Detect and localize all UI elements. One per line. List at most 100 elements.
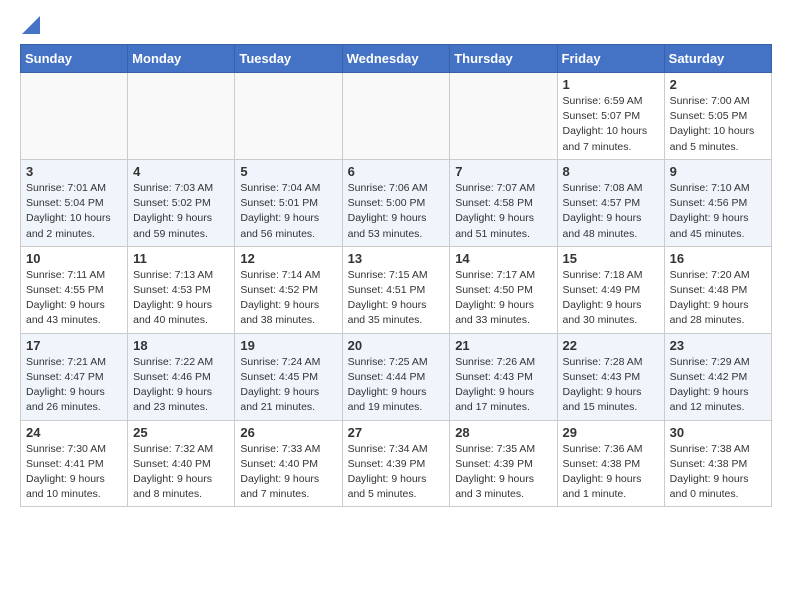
weekday-header-row: SundayMondayTuesdayWednesdayThursdayFrid… <box>21 45 772 73</box>
calendar-day-cell: 22 Sunrise: 7:28 AM Sunset: 4:43 PM Dayli… <box>557 333 664 420</box>
calendar-day-cell: 18 Sunrise: 7:22 AM Sunset: 4:46 PM Dayli… <box>128 333 235 420</box>
day-number: 22 <box>563 338 659 353</box>
header <box>20 16 772 34</box>
day-number: 1 <box>563 77 659 92</box>
logo <box>20 16 40 34</box>
calendar-table: SundayMondayTuesdayWednesdayThursdayFrid… <box>20 44 772 507</box>
day-number: 12 <box>240 251 336 266</box>
day-info: Sunrise: 7:34 AM Sunset: 4:39 PM Dayligh… <box>348 442 445 503</box>
day-number: 11 <box>133 251 229 266</box>
weekday-header-cell: Monday <box>128 45 235 73</box>
day-number: 21 <box>455 338 551 353</box>
calendar-day-cell: 9 Sunrise: 7:10 AM Sunset: 4:56 PM Daylig… <box>664 159 771 246</box>
calendar-day-cell: 16 Sunrise: 7:20 AM Sunset: 4:48 PM Dayli… <box>664 246 771 333</box>
day-info: Sunrise: 7:28 AM Sunset: 4:43 PM Dayligh… <box>563 355 659 416</box>
day-info: Sunrise: 7:04 AM Sunset: 5:01 PM Dayligh… <box>240 181 336 242</box>
calendar-day-cell: 1Sunrise: 6:59 AM Sunset: 5:07 PM Daylig… <box>557 73 664 160</box>
day-info: Sunrise: 7:35 AM Sunset: 4:39 PM Dayligh… <box>455 442 551 503</box>
calendar-day-cell: 26 Sunrise: 7:33 AM Sunset: 4:40 PM Dayli… <box>235 420 342 507</box>
day-number: 18 <box>133 338 229 353</box>
calendar-day-cell <box>235 73 342 160</box>
calendar-day-cell: 23 Sunrise: 7:29 AM Sunset: 4:42 PM Dayli… <box>664 333 771 420</box>
day-number: 9 <box>670 164 766 179</box>
weekday-header-cell: Friday <box>557 45 664 73</box>
calendar-day-cell: 17 Sunrise: 7:21 AM Sunset: 4:47 PM Dayli… <box>21 333 128 420</box>
day-number: 19 <box>240 338 336 353</box>
day-info: Sunrise: 7:18 AM Sunset: 4:49 PM Dayligh… <box>563 268 659 329</box>
calendar-day-cell: 15 Sunrise: 7:18 AM Sunset: 4:49 PM Dayli… <box>557 246 664 333</box>
day-number: 4 <box>133 164 229 179</box>
calendar-day-cell: 2 Sunrise: 7:00 AM Sunset: 5:05 PM Daylig… <box>664 73 771 160</box>
day-number: 10 <box>26 251 122 266</box>
day-info: Sunrise: 7:13 AM Sunset: 4:53 PM Dayligh… <box>133 268 229 329</box>
weekday-header-cell: Saturday <box>664 45 771 73</box>
day-info: Sunrise: 7:25 AM Sunset: 4:44 PM Dayligh… <box>348 355 445 416</box>
day-number: 20 <box>348 338 445 353</box>
day-info: Sunrise: 7:36 AM Sunset: 4:38 PM Dayligh… <box>563 442 659 503</box>
day-number: 17 <box>26 338 122 353</box>
calendar-day-cell <box>21 73 128 160</box>
day-number: 14 <box>455 251 551 266</box>
day-number: 2 <box>670 77 766 92</box>
calendar-week-row: 3 Sunrise: 7:01 AM Sunset: 5:04 PM Daylig… <box>21 159 772 246</box>
day-info: Sunrise: 7:30 AM Sunset: 4:41 PM Dayligh… <box>26 442 122 503</box>
day-info: Sunrise: 7:29 AM Sunset: 4:42 PM Dayligh… <box>670 355 766 416</box>
day-info: Sunrise: 7:01 AM Sunset: 5:04 PM Dayligh… <box>26 181 122 242</box>
day-number: 27 <box>348 425 445 440</box>
day-info: Sunrise: 7:22 AM Sunset: 4:46 PM Dayligh… <box>133 355 229 416</box>
day-info: Sunrise: 7:11 AM Sunset: 4:55 PM Dayligh… <box>26 268 122 329</box>
day-info: Sunrise: 7:08 AM Sunset: 4:57 PM Dayligh… <box>563 181 659 242</box>
day-info: Sunrise: 7:07 AM Sunset: 4:58 PM Dayligh… <box>455 181 551 242</box>
calendar-day-cell: 27 Sunrise: 7:34 AM Sunset: 4:39 PM Dayli… <box>342 420 450 507</box>
day-number: 13 <box>348 251 445 266</box>
calendar-day-cell: 8Sunrise: 7:08 AM Sunset: 4:57 PM Daylig… <box>557 159 664 246</box>
calendar-day-cell: 29Sunrise: 7:36 AM Sunset: 4:38 PM Dayli… <box>557 420 664 507</box>
day-info: Sunrise: 7:21 AM Sunset: 4:47 PM Dayligh… <box>26 355 122 416</box>
calendar-day-cell: 12 Sunrise: 7:14 AM Sunset: 4:52 PM Dayli… <box>235 246 342 333</box>
calendar-week-row: 24Sunrise: 7:30 AM Sunset: 4:41 PM Dayli… <box>21 420 772 507</box>
calendar-day-cell: 20 Sunrise: 7:25 AM Sunset: 4:44 PM Dayli… <box>342 333 450 420</box>
calendar-day-cell <box>128 73 235 160</box>
day-number: 15 <box>563 251 659 266</box>
calendar-day-cell: 24Sunrise: 7:30 AM Sunset: 4:41 PM Dayli… <box>21 420 128 507</box>
calendar-day-cell <box>450 73 557 160</box>
calendar-day-cell: 6Sunrise: 7:06 AM Sunset: 5:00 PM Daylig… <box>342 159 450 246</box>
day-info: Sunrise: 7:32 AM Sunset: 4:40 PM Dayligh… <box>133 442 229 503</box>
day-info: Sunrise: 7:15 AM Sunset: 4:51 PM Dayligh… <box>348 268 445 329</box>
calendar-day-cell: 21 Sunrise: 7:26 AM Sunset: 4:43 PM Dayli… <box>450 333 557 420</box>
day-info: Sunrise: 7:03 AM Sunset: 5:02 PM Dayligh… <box>133 181 229 242</box>
day-number: 7 <box>455 164 551 179</box>
weekday-header-cell: Tuesday <box>235 45 342 73</box>
calendar-day-cell: 3 Sunrise: 7:01 AM Sunset: 5:04 PM Daylig… <box>21 159 128 246</box>
weekday-header-cell: Wednesday <box>342 45 450 73</box>
calendar-day-cell: 5 Sunrise: 7:04 AM Sunset: 5:01 PM Daylig… <box>235 159 342 246</box>
day-number: 3 <box>26 164 122 179</box>
calendar-week-row: 10 Sunrise: 7:11 AM Sunset: 4:55 PM Dayli… <box>21 246 772 333</box>
day-info: Sunrise: 7:00 AM Sunset: 5:05 PM Dayligh… <box>670 94 766 155</box>
day-number: 30 <box>670 425 766 440</box>
day-info: Sunrise: 7:20 AM Sunset: 4:48 PM Dayligh… <box>670 268 766 329</box>
calendar-day-cell: 19Sunrise: 7:24 AM Sunset: 4:45 PM Dayli… <box>235 333 342 420</box>
day-info: Sunrise: 7:14 AM Sunset: 4:52 PM Dayligh… <box>240 268 336 329</box>
day-info: Sunrise: 7:10 AM Sunset: 4:56 PM Dayligh… <box>670 181 766 242</box>
calendar-day-cell <box>342 73 450 160</box>
logo-icon <box>22 16 40 34</box>
calendar-day-cell: 7 Sunrise: 7:07 AM Sunset: 4:58 PM Daylig… <box>450 159 557 246</box>
day-number: 26 <box>240 425 336 440</box>
day-info: Sunrise: 7:33 AM Sunset: 4:40 PM Dayligh… <box>240 442 336 503</box>
weekday-header-cell: Thursday <box>450 45 557 73</box>
day-info: Sunrise: 7:06 AM Sunset: 5:00 PM Dayligh… <box>348 181 445 242</box>
day-number: 28 <box>455 425 551 440</box>
calendar-day-cell: 28 Sunrise: 7:35 AM Sunset: 4:39 PM Dayli… <box>450 420 557 507</box>
day-number: 16 <box>670 251 766 266</box>
day-number: 5 <box>240 164 336 179</box>
calendar-day-cell: 25Sunrise: 7:32 AM Sunset: 4:40 PM Dayli… <box>128 420 235 507</box>
calendar-week-row: 17 Sunrise: 7:21 AM Sunset: 4:47 PM Dayli… <box>21 333 772 420</box>
calendar-day-cell: 11 Sunrise: 7:13 AM Sunset: 4:53 PM Dayli… <box>128 246 235 333</box>
calendar-day-cell: 4 Sunrise: 7:03 AM Sunset: 5:02 PM Daylig… <box>128 159 235 246</box>
day-number: 23 <box>670 338 766 353</box>
calendar-week-row: 1Sunrise: 6:59 AM Sunset: 5:07 PM Daylig… <box>21 73 772 160</box>
calendar-day-cell: 10 Sunrise: 7:11 AM Sunset: 4:55 PM Dayli… <box>21 246 128 333</box>
day-info: Sunrise: 7:26 AM Sunset: 4:43 PM Dayligh… <box>455 355 551 416</box>
calendar-day-cell: 30Sunrise: 7:38 AM Sunset: 4:38 PM Dayli… <box>664 420 771 507</box>
